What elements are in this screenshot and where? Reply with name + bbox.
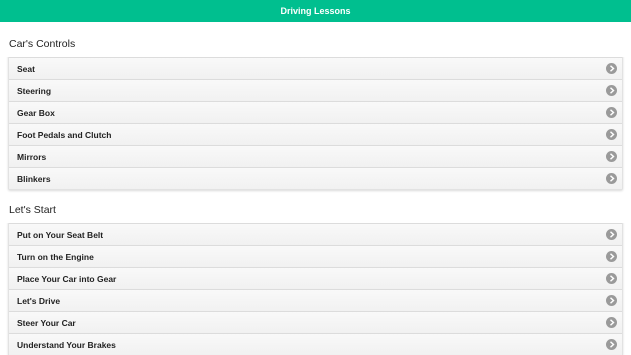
- list-item-label: Foot Pedals and Clutch: [17, 129, 112, 140]
- list-item-label: Steer Your Car: [17, 317, 76, 328]
- list-item-seat-belt[interactable]: Put on Your Seat Belt: [9, 223, 622, 245]
- chevron-right-icon: [606, 251, 617, 262]
- list-item-label: Seat: [17, 63, 35, 74]
- chevron-right-icon: [606, 317, 617, 328]
- list-item-into-gear[interactable]: Place Your Car into Gear: [9, 267, 622, 289]
- app-header: Driving Lessons: [0, 0, 631, 22]
- list-item-label: Turn on the Engine: [17, 251, 94, 262]
- list-item-steer[interactable]: Steer Your Car: [9, 311, 622, 333]
- chevron-right-icon: [606, 129, 617, 140]
- chevron-right-icon: [606, 173, 617, 184]
- chevron-right-icon: [606, 229, 617, 240]
- list-item-label: Mirrors: [17, 151, 47, 162]
- chevron-right-icon: [606, 339, 617, 350]
- list-item-brakes[interactable]: Understand Your Brakes: [9, 333, 622, 355]
- section-title: Let's Start: [1, 195, 630, 223]
- list-item-seat[interactable]: Seat: [9, 57, 622, 79]
- section-cars-controls: Car's Controls Seat Steering Gear Box Fo…: [1, 29, 630, 190]
- list-item-engine[interactable]: Turn on the Engine: [9, 245, 622, 267]
- list-item-label: Put on Your Seat Belt: [17, 229, 104, 240]
- list-item-steering[interactable]: Steering: [9, 79, 622, 101]
- chevron-right-icon: [606, 151, 617, 162]
- list-item-label: Understand Your Brakes: [17, 339, 116, 350]
- list-item-gear-box[interactable]: Gear Box: [9, 101, 622, 123]
- chevron-right-icon: [606, 273, 617, 284]
- list-item-label: Blinkers: [17, 173, 51, 184]
- list-item-mirrors[interactable]: Mirrors: [9, 145, 622, 167]
- list-item-blinkers[interactable]: Blinkers: [9, 167, 622, 189]
- list-item-foot-pedals[interactable]: Foot Pedals and Clutch: [9, 123, 622, 145]
- list-item-label: Let's Drive: [17, 295, 61, 306]
- chevron-right-icon: [606, 295, 617, 306]
- list-item-lets-drive[interactable]: Let's Drive: [9, 289, 622, 311]
- chevron-right-icon: [606, 107, 617, 118]
- list-item-label: Place Your Car into Gear: [17, 273, 117, 284]
- header-title: Driving Lessons: [280, 6, 351, 16]
- list-item-label: Gear Box: [17, 107, 55, 118]
- chevron-right-icon: [606, 63, 617, 74]
- section-lets-start: Let's Start Put on Your Seat Belt Turn o…: [1, 195, 630, 355]
- chevron-right-icon: [606, 85, 617, 96]
- main-content: Car's Controls Seat Steering Gear Box Fo…: [0, 22, 631, 355]
- section-title: Car's Controls: [1, 29, 630, 57]
- list-item-label: Steering: [17, 85, 52, 96]
